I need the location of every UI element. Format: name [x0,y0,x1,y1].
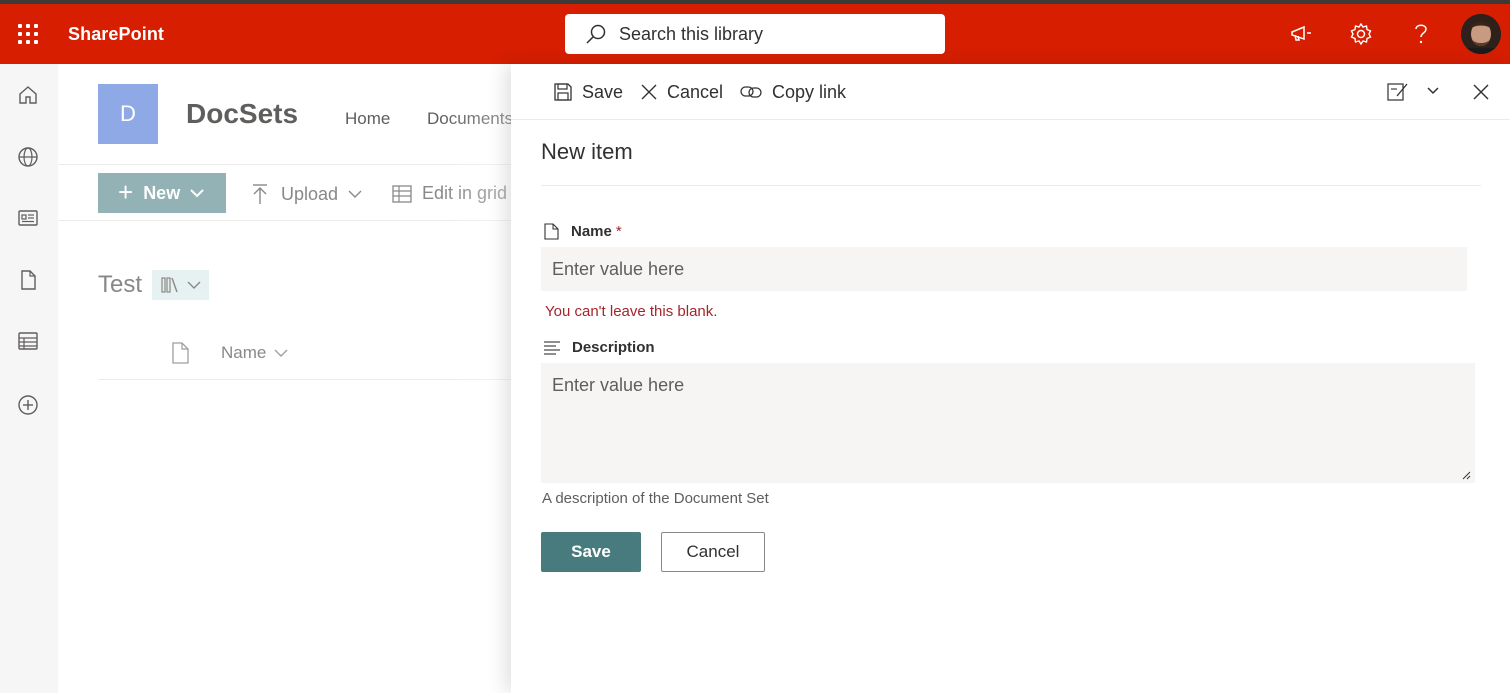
resize-handle-icon[interactable] [1462,471,1471,480]
column-name-label: Name [221,343,267,362]
required-asterisk: * [615,223,622,240]
help-icon[interactable] [1409,22,1433,46]
app-name[interactable]: SharePoint [68,24,164,45]
globe-icon[interactable] [17,146,39,168]
toolbar-divider [511,119,1510,120]
chevron-down-icon [190,189,204,198]
suite-bar: SharePoint Search this library [0,4,1510,64]
toolbar-save-label: Save [582,81,624,102]
toolbar-save-button[interactable]: Save [554,80,623,104]
chevron-down-icon[interactable] [1427,86,1439,96]
name-field-label: Name * [544,223,622,240]
edit-in-grid-button[interactable]: Edit in grid [392,183,507,204]
site-title[interactable]: DocSets [186,98,298,130]
chevron-down-icon [348,190,362,198]
library-title: Test [98,271,143,298]
toolbar-cancel-button[interactable]: Cancel [641,80,723,104]
avatar[interactable] [1461,14,1501,54]
list-icon[interactable] [17,330,39,352]
save-button[interactable]: Save [541,532,641,572]
copy-link-button[interactable]: Copy link [740,80,846,104]
chevron-down-icon [274,349,288,357]
new-button[interactable]: + New [98,173,226,213]
close-icon [641,84,657,100]
description-placeholder: Enter value here [552,375,685,395]
name-error-message: You can't leave this blank. [545,303,718,320]
nav-documents[interactable]: Documents [427,109,513,129]
column-header-divider [98,379,518,380]
copy-link-label: Copy link [772,81,847,102]
chevron-down-icon [187,281,200,289]
multiline-text-icon [544,340,560,355]
nav-home[interactable]: Home [345,109,390,129]
settings-icon[interactable] [1349,22,1373,46]
description-label-text: Description [572,339,655,356]
plus-icon: + [118,176,134,207]
description-hint: A description of the Document Set [542,490,769,507]
close-panel-icon[interactable] [1473,84,1489,100]
upload-icon [253,184,267,204]
name-label-text: Name [571,223,612,240]
description-textarea[interactable]: Enter value here [541,363,1475,483]
edit-form-icon[interactable] [1387,82,1409,102]
view-switcher-button[interactable] [152,270,209,300]
description-field-label: Description [544,339,655,356]
toolbar-cancel-label: Cancel [667,81,724,102]
app-launcher-icon[interactable] [18,24,38,44]
left-rail [0,64,58,693]
upload-label: Upload [281,183,339,204]
site-logo[interactable]: D [98,84,158,144]
upload-button[interactable]: Upload [251,183,362,205]
megaphone-icon[interactable] [1289,22,1313,46]
search-placeholder: Search this library [619,23,764,44]
link-icon [740,86,762,98]
new-button-label: New [143,182,181,203]
save-icon [554,83,572,101]
edit-in-grid-label: Edit in grid [422,183,508,203]
new-item-panel: Save Cancel Copy link New item Name * En… [511,64,1510,693]
cancel-button[interactable]: Cancel [661,532,765,572]
column-header-name[interactable]: Name [171,342,288,364]
profile-photo-icon [1461,14,1501,54]
grid-icon [392,184,412,203]
name-input[interactable]: Enter value here [541,247,1467,291]
text-field-icon [544,223,559,240]
file-type-icon [172,342,189,364]
home-icon[interactable] [17,84,39,106]
news-icon[interactable] [17,207,39,229]
library-icon [160,277,178,293]
search-icon [586,24,606,44]
search-box[interactable]: Search this library [565,14,945,54]
panel-title: New item [541,139,633,164]
create-icon[interactable] [17,394,39,416]
document-icon[interactable] [17,269,39,291]
title-divider [541,185,1481,186]
